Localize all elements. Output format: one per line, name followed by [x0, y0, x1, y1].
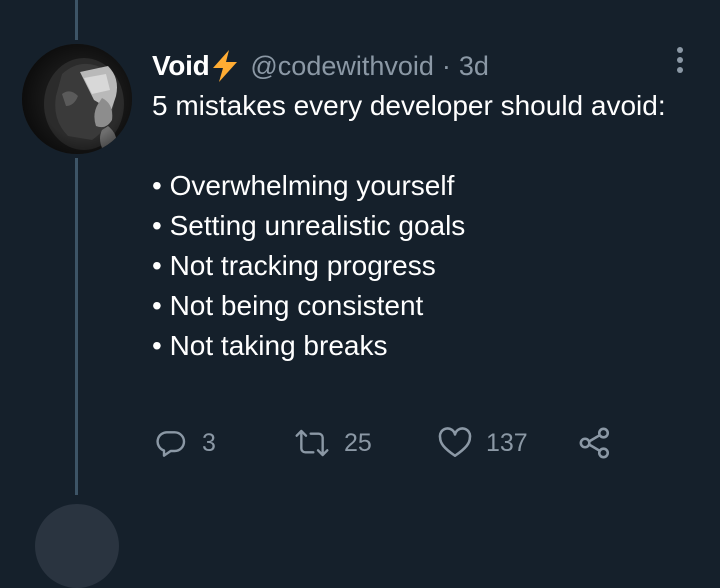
- retweet-icon: [295, 429, 329, 457]
- separator-dot: ·: [441, 50, 451, 81]
- like-button[interactable]: 137: [438, 424, 528, 462]
- bullet-item: • Not taking breaks: [152, 330, 388, 361]
- tweet-text: 5 mistakes every developer should avoid:…: [152, 86, 692, 366]
- heart-icon: [438, 427, 472, 458]
- tweet-actions: 3 25 137: [156, 424, 626, 462]
- bullet-item: • Overwhelming yourself: [152, 170, 455, 201]
- more-dots-icon: [677, 47, 683, 73]
- retweet-button[interactable]: 25: [294, 424, 372, 462]
- display-name[interactable]: Void: [152, 50, 210, 82]
- bullet-item: • Not tracking progress: [152, 250, 436, 281]
- reply-icon: [156, 431, 186, 457]
- share-button[interactable]: [578, 424, 612, 462]
- user-handle[interactable]: @codewithvoid: [250, 51, 434, 82]
- tweet-time[interactable]: 3d: [459, 51, 489, 82]
- like-count: 137: [486, 428, 528, 457]
- bullet-item: • Not being consistent: [152, 290, 424, 321]
- share-icon: [579, 427, 610, 459]
- high-voltage-emoji-icon: [210, 49, 240, 83]
- thread-line-top: [75, 0, 78, 40]
- thread-line-bottom: [75, 158, 78, 495]
- retweet-count: 25: [344, 428, 372, 457]
- reply-button[interactable]: 3: [156, 424, 216, 462]
- reply-count: 3: [202, 428, 216, 457]
- bullet-item: • Setting unrealistic goals: [152, 210, 466, 241]
- tweet-intro: 5 mistakes every developer should avoid:: [152, 90, 666, 121]
- avatar[interactable]: [22, 44, 132, 154]
- next-tweet-avatar[interactable]: [35, 504, 119, 588]
- more-options-button[interactable]: [664, 44, 696, 76]
- tweet-header: Void @codewithvoid · 3d: [152, 46, 489, 86]
